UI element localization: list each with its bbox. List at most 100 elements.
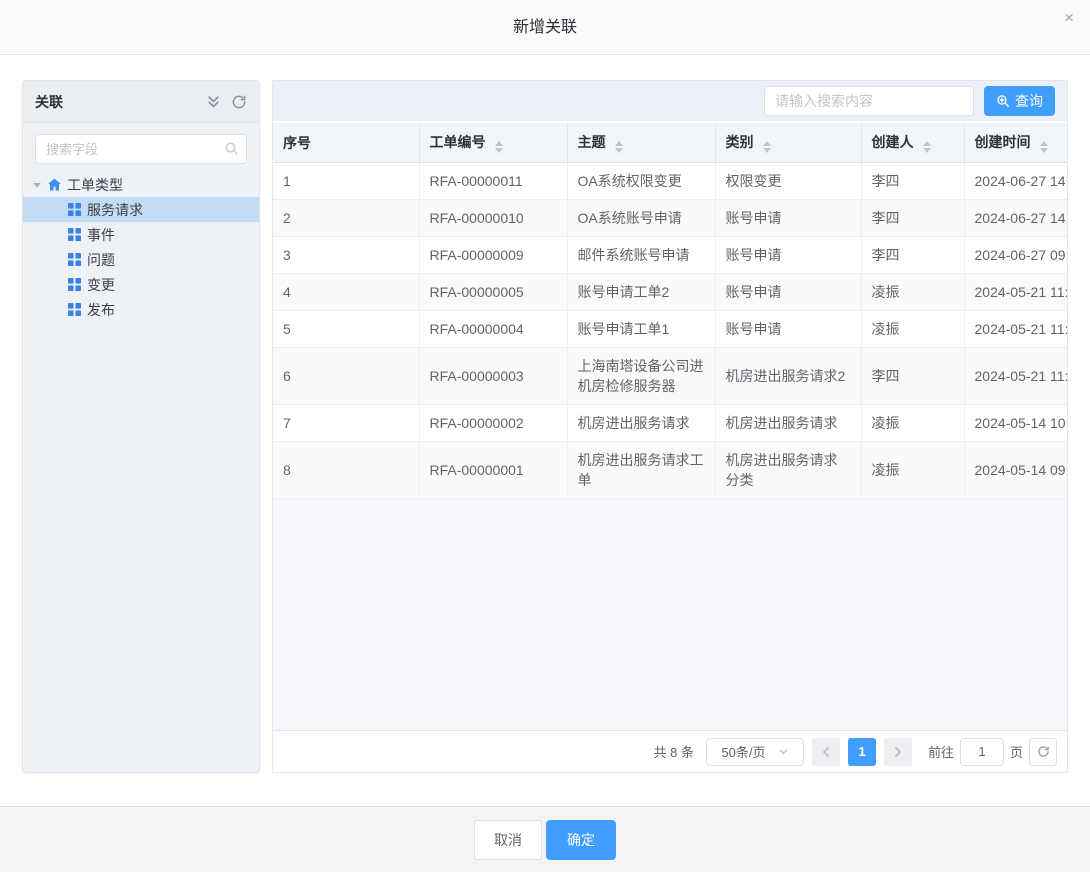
tree-item[interactable]: 事件 <box>23 222 259 247</box>
cell-created-time: 2024-06-27 14:43:05 <box>964 163 1067 200</box>
column-header[interactable]: 主题 <box>567 123 715 163</box>
relation-sidebar: 关联 工单类型 服务请求 事件 <box>22 80 260 773</box>
cell-order-code: RFA-00000011 <box>419 163 567 200</box>
cell-order-code: RFA-00000002 <box>419 405 567 442</box>
close-icon[interactable]: × <box>1064 9 1074 26</box>
cell-index: 7 <box>273 405 419 442</box>
tree-item[interactable]: 变更 <box>23 272 259 297</box>
cell-creator: 凌振 <box>861 442 964 499</box>
sidebar-header: 关联 <box>23 81 259 123</box>
table-row[interactable]: 1 RFA-00000011 OA系统权限变更 权限变更 李四 2024-06-… <box>273 163 1067 200</box>
cell-subject: 上海南塔设备公司进机房检修服务器 <box>567 348 715 405</box>
table-row[interactable]: 6 RFA-00000003 上海南塔设备公司进机房检修服务器 机房进出服务请求… <box>273 348 1067 405</box>
column-header[interactable]: 创建人 <box>861 123 964 163</box>
cell-creator: 李四 <box>861 200 964 237</box>
table-row[interactable]: 3 RFA-00000009 邮件系统账号申请 账号申请 李四 2024-06-… <box>273 237 1067 274</box>
pager-refresh-button[interactable] <box>1029 738 1057 766</box>
grid-icon <box>68 303 81 316</box>
table-empty-area <box>273 499 1067 730</box>
cell-creator: 凌振 <box>861 311 964 348</box>
cell-order-code: RFA-00000010 <box>419 200 567 237</box>
table-search-input[interactable] <box>764 86 974 116</box>
dialog-header: 新增关联 × <box>0 0 1090 55</box>
cell-order-code: RFA-00000004 <box>419 311 567 348</box>
cell-index: 1 <box>273 163 419 200</box>
cell-category: 机房进出服务请求 <box>715 405 861 442</box>
cell-category: 机房进出服务请求2 <box>715 348 861 405</box>
cell-index: 5 <box>273 311 419 348</box>
grid-icon <box>68 253 81 266</box>
search-plus-icon <box>996 94 1010 108</box>
sort-icon <box>763 141 771 153</box>
tree-root-item[interactable]: 工单类型 <box>23 172 259 197</box>
total-count-label: 共 8 条 <box>654 742 694 761</box>
sort-icon <box>923 141 931 153</box>
sidebar-search-input[interactable] <box>35 134 247 164</box>
column-header[interactable]: 类别 <box>715 123 861 163</box>
page-unit-label: 页 <box>1010 742 1023 761</box>
cell-index: 8 <box>273 442 419 499</box>
chevron-left-icon <box>820 746 832 758</box>
chevron-down-icon <box>778 746 789 757</box>
cell-creator: 李四 <box>861 163 964 200</box>
next-page-button[interactable] <box>884 738 912 766</box>
grid-icon <box>68 278 81 291</box>
dialog-title: 新增关联 <box>0 0 1090 55</box>
tree-item-label: 事件 <box>87 225 115 245</box>
pagination-bar: 共 8 条 50条/页 1 前往 页 <box>273 730 1067 772</box>
sort-icon <box>615 141 623 153</box>
sort-icon <box>495 141 503 153</box>
column-header[interactable]: 创建时间 <box>964 123 1067 163</box>
cell-subject: 账号申请工单2 <box>567 274 715 311</box>
caret-down-icon[interactable] <box>32 180 42 190</box>
table-row[interactable]: 7 RFA-00000002 机房进出服务请求 机房进出服务请求 凌振 2024… <box>273 405 1067 442</box>
page-size-value: 50条/页 <box>721 742 765 761</box>
tree-item-label: 服务请求 <box>87 200 143 220</box>
cancel-button[interactable]: 取消 <box>474 820 542 860</box>
refresh-icon[interactable] <box>231 94 247 110</box>
cell-created-time: 2024-05-21 11:32:52 <box>964 311 1067 348</box>
current-page-button[interactable]: 1 <box>848 738 876 766</box>
column-header-label: 主题 <box>578 134 606 150</box>
cell-order-code: RFA-00000009 <box>419 237 567 274</box>
tree-item[interactable]: 服务请求 <box>23 197 259 222</box>
cell-category: 机房进出服务请求分类 <box>715 442 861 499</box>
cell-created-time: 2024-05-21 11:20:14 <box>964 348 1067 405</box>
home-icon <box>47 177 62 192</box>
tree-root-label: 工单类型 <box>67 175 123 195</box>
table-row[interactable]: 2 RFA-00000010 OA系统账号申请 账号申请 李四 2024-06-… <box>273 200 1067 237</box>
cell-subject: 机房进出服务请求 <box>567 405 715 442</box>
cell-created-time: 2024-06-27 09:25:49 <box>964 237 1067 274</box>
cell-index: 4 <box>273 274 419 311</box>
cell-created-time: 2024-05-14 09:29:26 <box>964 442 1067 499</box>
cell-creator: 李四 <box>861 237 964 274</box>
tree-item-label: 发布 <box>87 300 115 320</box>
cell-order-code: RFA-00000001 <box>419 442 567 499</box>
prev-page-button[interactable] <box>812 738 840 766</box>
table-header-row: 序号 工单编号 主题 类别 <box>273 123 1067 163</box>
cell-created-time: 2024-06-27 14:42:25 <box>964 200 1067 237</box>
column-header[interactable]: 序号 <box>273 123 419 163</box>
cell-subject: 账号申请工单1 <box>567 311 715 348</box>
collapse-all-icon[interactable] <box>206 94 221 109</box>
page-size-select[interactable]: 50条/页 <box>706 738 804 766</box>
query-button[interactable]: 查询 <box>984 86 1055 116</box>
column-header-label: 工单编号 <box>430 134 486 150</box>
cell-order-code: RFA-00000003 <box>419 348 567 405</box>
tree-item[interactable]: 发布 <box>23 297 259 322</box>
table-body: 1 RFA-00000011 OA系统权限变更 权限变更 李四 2024-06-… <box>273 163 1067 499</box>
confirm-button[interactable]: 确定 <box>546 820 616 860</box>
table-row[interactable]: 4 RFA-00000005 账号申请工单2 账号申请 凌振 2024-05-2… <box>273 274 1067 311</box>
table-row[interactable]: 5 RFA-00000004 账号申请工单1 账号申请 凌振 2024-05-2… <box>273 311 1067 348</box>
tree-item[interactable]: 问题 <box>23 247 259 272</box>
cell-category: 账号申请 <box>715 311 861 348</box>
work-order-table: 序号 工单编号 主题 类别 <box>273 123 1067 499</box>
cell-category: 账号申请 <box>715 200 861 237</box>
work-order-panel: 查询 序号 工单编号 主题 <box>272 80 1068 773</box>
goto-page-input[interactable] <box>960 738 1004 766</box>
cell-creator: 凌振 <box>861 274 964 311</box>
cell-index: 6 <box>273 348 419 405</box>
grid-icon <box>68 228 81 241</box>
table-row[interactable]: 8 RFA-00000001 机房进出服务请求工单 机房进出服务请求分类 凌振 … <box>273 442 1067 499</box>
column-header[interactable]: 工单编号 <box>419 123 567 163</box>
